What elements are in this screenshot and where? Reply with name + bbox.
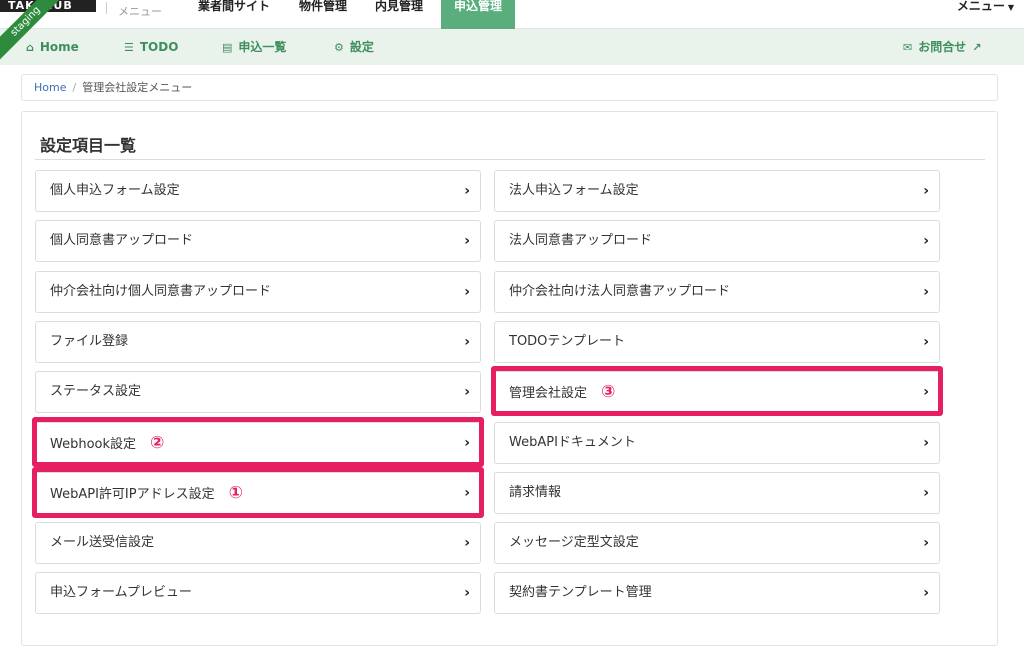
subnav-home[interactable]: ⌂ Home: [26, 40, 79, 55]
menu-item-agent-individual-consent[interactable]: 仲介会社向け個人同意書アップロード ›: [35, 271, 481, 313]
chevron-right-icon: ›: [923, 485, 929, 501]
chevron-right-icon: ›: [923, 334, 929, 350]
marker-2: ②: [150, 433, 165, 453]
breadcrumb-current: 管理会社設定メニュー: [82, 81, 193, 94]
menu-item-agent-corporate-consent[interactable]: 仲介会社向け法人同意書アップロード ›: [494, 271, 940, 313]
menu-item-label: 法人申込フォーム設定: [509, 183, 639, 198]
caret-down-icon: ▼: [1007, 3, 1014, 12]
subnav-todo[interactable]: ☰ TODO: [124, 40, 178, 55]
subnav-contact[interactable]: ✉ お問合せ ↗: [903, 40, 981, 55]
chevron-right-icon: ›: [464, 384, 470, 400]
chevron-right-icon: ›: [464, 535, 470, 551]
nav-inter-agent-site[interactable]: 業者間サイト: [198, 0, 270, 12]
checklist-icon: ☰: [124, 41, 134, 54]
breadcrumb-separator: /: [72, 81, 77, 94]
chevron-right-icon: ›: [464, 435, 470, 451]
menu-item-individual-form[interactable]: 個人申込フォーム設定 ›: [35, 170, 481, 212]
menu-item-status-settings[interactable]: ステータス設定 ›: [35, 371, 481, 413]
subnav-application-list[interactable]: ▤ 申込一覧: [222, 40, 286, 55]
breadcrumb: Home / 管理会社設定メニュー: [21, 74, 998, 101]
subnav-settings[interactable]: ⚙ 設定: [334, 40, 374, 55]
chevron-right-icon: ›: [464, 284, 470, 300]
settings-panel: 設定項目一覧 個人申込フォーム設定 › 個人同意書アップロード › 仲介会社向け個人…: [21, 111, 998, 646]
menu-item-webhook[interactable]: Webhook設定 ② ›: [35, 422, 481, 464]
nav-viewing-management[interactable]: 内見管理: [375, 0, 423, 12]
subnav-contact-label: お問合せ: [918, 40, 967, 54]
menu-item-label: 仲介会社向け個人同意書アップロード: [50, 284, 272, 299]
marker-3: ③: [601, 382, 616, 402]
chevron-right-icon: ›: [923, 535, 929, 551]
sub-navbar: ⌂ Home ☰ TODO ▤ 申込一覧 ⚙ 設定 ✉ お問合せ ↗: [0, 29, 1024, 65]
menu-label: メニュー: [118, 5, 162, 18]
chevron-right-icon: ›: [464, 233, 470, 249]
user-menu-dropdown[interactable]: メニュー ▼: [957, 0, 1014, 14]
menu-item-webapi-docs[interactable]: WebAPIドキュメント ›: [494, 422, 940, 464]
chevron-right-icon: ›: [464, 485, 470, 501]
chevron-right-icon: ›: [464, 183, 470, 199]
menu-item-individual-consent[interactable]: 個人同意書アップロード ›: [35, 220, 481, 262]
panel-title: 設定項目一覧: [40, 136, 137, 155]
file-icon: ▤: [222, 41, 233, 54]
subnav-settings-label: 設定: [349, 40, 374, 54]
menu-item-corporate-form[interactable]: 法人申込フォーム設定 ›: [494, 170, 940, 212]
chevron-right-icon: ›: [923, 183, 929, 199]
menu-item-label: 請求情報: [509, 485, 562, 500]
menu-item-message-templates[interactable]: メッセージ定型文設定 ›: [494, 522, 940, 564]
subnav-home-label: Home: [39, 40, 79, 54]
envelope-icon: ✉: [903, 41, 913, 54]
marker-1: ①: [228, 483, 243, 503]
menu-item-label: メール送受信設定: [50, 535, 155, 550]
gear-icon: ⚙: [334, 41, 344, 54]
chevron-right-icon: ›: [923, 585, 929, 601]
breadcrumb-home[interactable]: Home: [34, 81, 66, 94]
menu-item-mail-settings[interactable]: メール送受信設定 ›: [35, 522, 481, 564]
menu-item-label: 法人同意書アップロード: [509, 233, 653, 248]
menu-item-label: ファイル登録: [50, 334, 129, 349]
external-link-icon: ↗: [972, 41, 982, 54]
menu-item-contract-templates[interactable]: 契約書テンプレート管理 ›: [494, 572, 940, 614]
menu-item-todo-template[interactable]: TODOテンプレート ›: [494, 321, 940, 363]
chevron-right-icon: ›: [923, 384, 929, 400]
user-menu-label: メニュー: [956, 0, 1005, 13]
divider: [106, 2, 107, 14]
menu-item-label: 個人申込フォーム設定: [50, 183, 180, 198]
menu-item-label: ステータス設定: [50, 384, 142, 399]
menu-item-form-preview[interactable]: 申込フォームプレビュー ›: [35, 572, 481, 614]
menu-item-label: 管理会社設定: [509, 386, 588, 401]
nav-property-management[interactable]: 物件管理: [299, 0, 347, 12]
menu-item-label: Webhook設定: [50, 437, 137, 452]
top-navbar: TAKEHUB メニュー 業者間サイト 物件管理 内見管理 申込管理 メニュー▼: [0, 0, 1024, 29]
menu-item-file-registration[interactable]: ファイル登録 ›: [35, 321, 481, 363]
chevron-right-icon: ›: [464, 334, 470, 350]
menu-item-label: WebAPI許可IPアドレス設定: [50, 487, 215, 502]
menu-item-label: 個人同意書アップロード: [50, 233, 194, 248]
chevron-right-icon: ›: [923, 233, 929, 249]
home-icon: ⌂: [26, 41, 34, 54]
menu-item-corporate-consent[interactable]: 法人同意書アップロード ›: [494, 220, 940, 262]
menu-item-company-settings[interactable]: 管理会社設定 ③ ›: [494, 371, 940, 413]
menu-item-label: 契約書テンプレート管理: [509, 585, 652, 600]
menu-item-label: 申込フォームプレビュー: [50, 585, 192, 600]
menu-item-billing[interactable]: 請求情報 ›: [494, 472, 940, 514]
menu-item-webapi-ip[interactable]: WebAPI許可IPアドレス設定 ① ›: [35, 472, 481, 514]
chevron-right-icon: ›: [464, 585, 470, 601]
chevron-right-icon: ›: [923, 435, 929, 451]
menu-item-label: TODOテンプレート: [509, 334, 626, 349]
subnav-todo-label: TODO: [139, 40, 179, 54]
chevron-right-icon: ›: [923, 284, 929, 300]
subnav-list-label: 申込一覧: [238, 40, 287, 54]
nav-application-management[interactable]: 申込管理: [441, 0, 515, 29]
menu-item-label: WebAPIドキュメント: [509, 435, 636, 450]
menu-item-label: メッセージ定型文設定: [509, 535, 639, 550]
menu-item-label: 仲介会社向け法人同意書アップロード: [509, 284, 731, 299]
divider: [35, 159, 985, 160]
